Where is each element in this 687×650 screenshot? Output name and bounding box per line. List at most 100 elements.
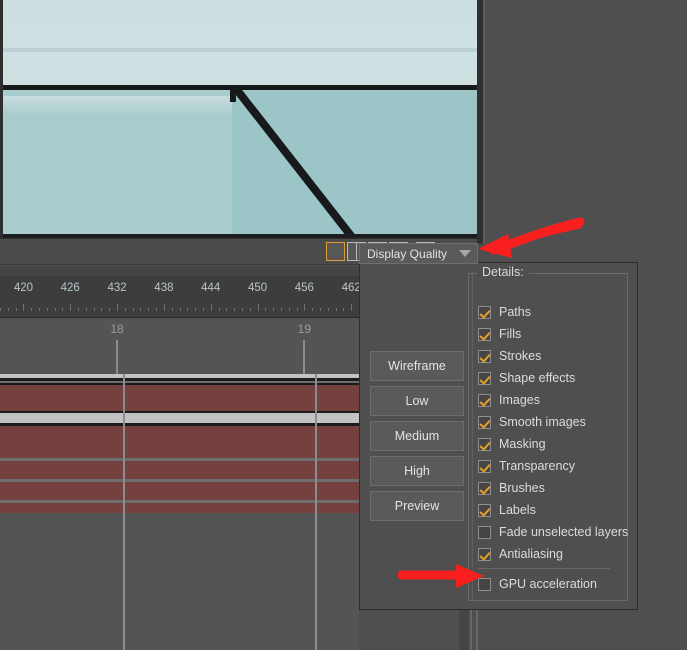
option-labels[interactable]: Labels <box>478 499 628 521</box>
checkbox-checked-icon[interactable] <box>478 459 491 473</box>
checkbox-checked-icon[interactable] <box>478 349 491 363</box>
track-separator-mid <box>0 413 359 423</box>
option-label: Paths <box>499 305 531 319</box>
option-label: Strokes <box>499 349 542 363</box>
checkbox-unchecked-icon[interactable] <box>478 525 491 539</box>
checkbox-checked-icon[interactable] <box>478 371 491 385</box>
ruler-tick-group <box>0 303 359 311</box>
scene-marker-strip[interactable]: 18 19 <box>0 318 359 374</box>
track-layer-3 <box>0 461 359 479</box>
details-legend: Details: <box>477 265 529 279</box>
canvas-water-right <box>232 90 477 238</box>
option-label: Smooth images <box>499 415 586 429</box>
option-label: Brushes <box>499 481 545 495</box>
details-option-list: Paths Fills Strokes Shape effects Images Smoo… <box>478 301 628 595</box>
option-antialiasing[interactable]: Antialiasing <box>478 543 628 565</box>
ruler-tick <box>124 308 126 311</box>
ruler-tick <box>156 308 158 311</box>
ruler-tick <box>187 308 189 311</box>
option-gpu-acceleration[interactable]: GPU acceleration <box>478 573 628 595</box>
option-images[interactable]: Images <box>478 389 628 411</box>
option-label: Fade unselected layers <box>499 525 629 539</box>
option-label: Transparency <box>499 459 575 473</box>
checkbox-checked-icon[interactable] <box>478 415 491 429</box>
timeline-gridline <box>315 374 317 650</box>
preset-low[interactable]: Low <box>370 386 464 416</box>
ruler-tick <box>93 308 95 311</box>
canvas-sky <box>0 0 477 88</box>
artwork-canvas[interactable] <box>0 0 477 238</box>
track-layer-1 <box>0 385 359 411</box>
lower-divider-block <box>459 606 469 650</box>
checkbox-checked-icon[interactable] <box>478 305 491 319</box>
timeline-gridline <box>123 374 125 650</box>
option-smooth-images[interactable]: Smooth images <box>478 411 628 433</box>
option-label: GPU acceleration <box>499 577 597 591</box>
ruler-tick <box>304 304 306 311</box>
scene-marker-tick <box>116 340 119 374</box>
preset-wireframe[interactable]: Wireframe <box>370 351 464 381</box>
checkbox-checked-icon[interactable] <box>478 503 491 517</box>
checkbox-checked-icon[interactable] <box>478 393 491 407</box>
quality-preset-group: Wireframe Low Medium High Preview <box>370 351 464 526</box>
option-transparency[interactable]: Transparency <box>478 455 628 477</box>
application-window: 420 426 432 438 444 450 456 462 18 19 Display Qu… <box>0 0 687 650</box>
ruler-tick <box>296 308 298 311</box>
ruler-tick <box>46 308 48 311</box>
ruler-frame-label: 462 <box>341 282 359 294</box>
layout-single-icon[interactable] <box>326 242 345 261</box>
display-quality-dropdown[interactable]: Display Quality <box>359 243 478 264</box>
canvas-right-divider-highlight <box>483 0 485 244</box>
preset-preview[interactable]: Preview <box>370 491 464 521</box>
ruler-tick <box>132 308 134 311</box>
track-layer-2 <box>0 426 359 458</box>
timeline-track-area[interactable] <box>0 374 359 650</box>
canvas-edge-highlight <box>0 96 232 116</box>
display-quality-popup: Wireframe Low Medium High Preview Details: P… <box>359 262 638 610</box>
option-label: Antialiasing <box>499 547 563 561</box>
ruler-tick <box>109 308 111 311</box>
option-label: Fills <box>499 327 522 341</box>
checkbox-checked-icon[interactable] <box>478 437 491 451</box>
ruler-tick <box>319 308 321 311</box>
display-quality-label: Display Quality <box>367 246 448 261</box>
option-brushes[interactable]: Brushes <box>478 477 628 499</box>
option-label: Images <box>499 393 540 407</box>
ruler-tick <box>288 308 290 311</box>
timeline-ruler[interactable]: 420 426 432 438 444 450 456 462 <box>0 266 359 318</box>
ruler-tick <box>62 308 64 311</box>
option-fills[interactable]: Fills <box>478 323 628 345</box>
ruler-tick <box>70 304 72 311</box>
ruler-tick <box>327 308 329 311</box>
checkbox-checked-icon[interactable] <box>478 547 491 561</box>
option-fade-unselected-layers[interactable]: Fade unselected layers <box>478 521 628 543</box>
canvas-sky-band <box>0 48 477 52</box>
ruler-tick <box>351 304 353 311</box>
checkbox-unchecked-icon[interactable] <box>478 577 491 591</box>
checkbox-checked-icon[interactable] <box>478 327 491 341</box>
lower-divider-line-1 <box>470 606 472 650</box>
lower-divider-line-2 <box>476 606 478 650</box>
ruler-tick <box>257 304 259 311</box>
ruler-tick <box>117 304 119 311</box>
option-masking[interactable]: Masking <box>478 433 628 455</box>
track-layer-4 <box>0 482 359 500</box>
scene-marker-label: 19 <box>297 322 312 336</box>
ruler-tick <box>273 308 275 311</box>
preset-medium[interactable]: Medium <box>370 421 464 451</box>
option-paths[interactable]: Paths <box>478 301 628 323</box>
checkbox-checked-icon[interactable] <box>478 481 491 495</box>
preset-high[interactable]: High <box>370 456 464 486</box>
option-label: Labels <box>499 503 536 517</box>
ruler-tick <box>15 308 17 311</box>
option-strokes[interactable]: Strokes <box>478 345 628 367</box>
ruler-tick <box>140 308 142 311</box>
canvas-left-border <box>0 0 3 238</box>
ruler-frame-label: 438 <box>154 282 174 294</box>
track-layer-5 <box>0 503 359 513</box>
ruler-tick <box>78 308 80 311</box>
option-shape-effects[interactable]: Shape effects <box>478 367 628 389</box>
ruler-tick <box>163 304 165 311</box>
ruler-tick <box>280 308 282 311</box>
ruler-tick <box>179 308 181 311</box>
